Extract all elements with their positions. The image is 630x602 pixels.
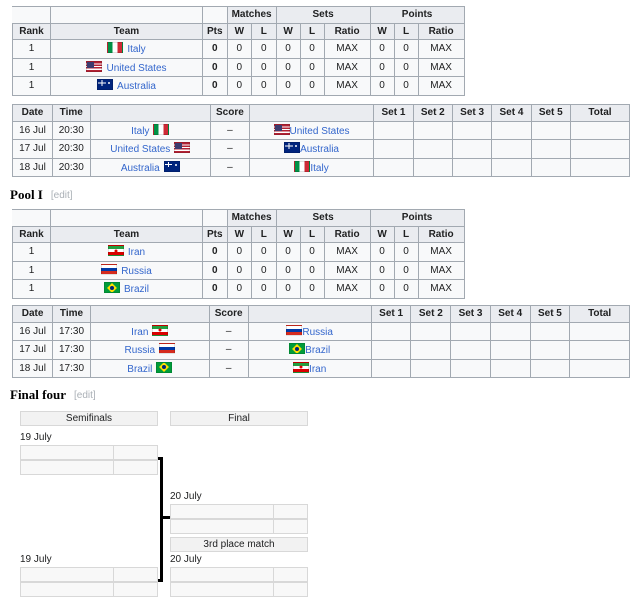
bracket-date-final: 20 July: [170, 491, 202, 502]
bracket-connector-bottom-stub: [158, 579, 163, 582]
bracket-divider: [273, 505, 274, 518]
bracket-slot-semifinal-2-team-2[interactable]: [20, 582, 158, 597]
bracket-connector-middle-stub: [160, 516, 170, 519]
bracket-divider: [273, 520, 274, 533]
bracket-slot-semifinal-1-team-2[interactable]: [20, 460, 158, 475]
bracket-slot-final-team-1[interactable]: [170, 504, 308, 519]
bracket-divider: [113, 461, 114, 474]
bracket-date-semifinal-1: 19 July: [20, 432, 52, 443]
bracket-slot-third-place-team-2[interactable]: [170, 582, 308, 597]
bracket-slot-third-place-team-1[interactable]: [170, 567, 308, 582]
bracket-divider: [113, 446, 114, 459]
bracket-date-semifinal-2: 19 July: [20, 554, 52, 565]
bracket-date-third-place: 20 July: [170, 554, 202, 565]
bracket-divider: [113, 583, 114, 596]
bracket-slot-semifinal-2-team-1[interactable]: [20, 567, 158, 582]
bracket-connector-vertical: [160, 457, 163, 582]
bracket-header-third-place: 3rd place match: [170, 537, 308, 552]
bracket-divider: [113, 568, 114, 581]
bracket-divider: [273, 583, 274, 596]
bracket-divider: [273, 568, 274, 581]
bracket-header-final: Final: [170, 411, 308, 426]
final-four-bracket: Semifinals Final 19 July 19 July 20 July…: [0, 0, 630, 602]
bracket-header-semifinals: Semifinals: [20, 411, 158, 426]
bracket-slot-semifinal-1-team-1[interactable]: [20, 445, 158, 460]
bracket-slot-final-team-2[interactable]: [170, 519, 308, 534]
